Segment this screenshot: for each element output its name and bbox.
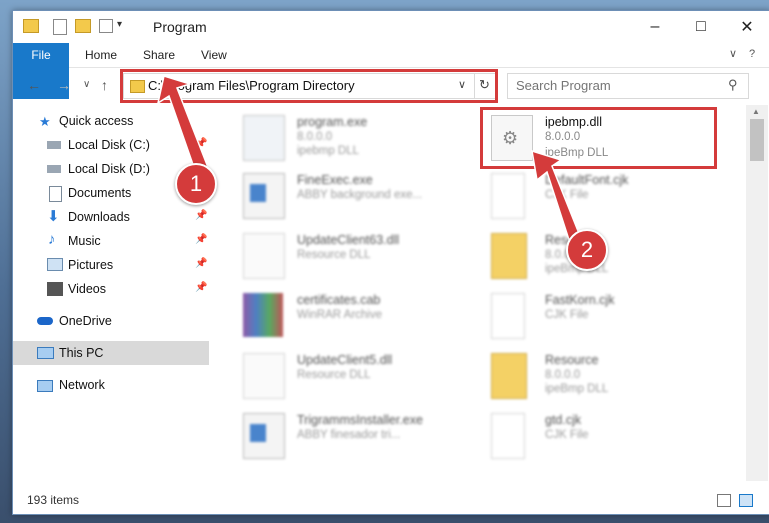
step-badge-2: 2 — [566, 229, 608, 271]
arrow-2-icon — [531, 149, 581, 248]
step-badge-1: 1 — [175, 163, 217, 205]
annotation-arrows — [156, 75, 581, 248]
arrow-1-icon — [156, 75, 210, 178]
